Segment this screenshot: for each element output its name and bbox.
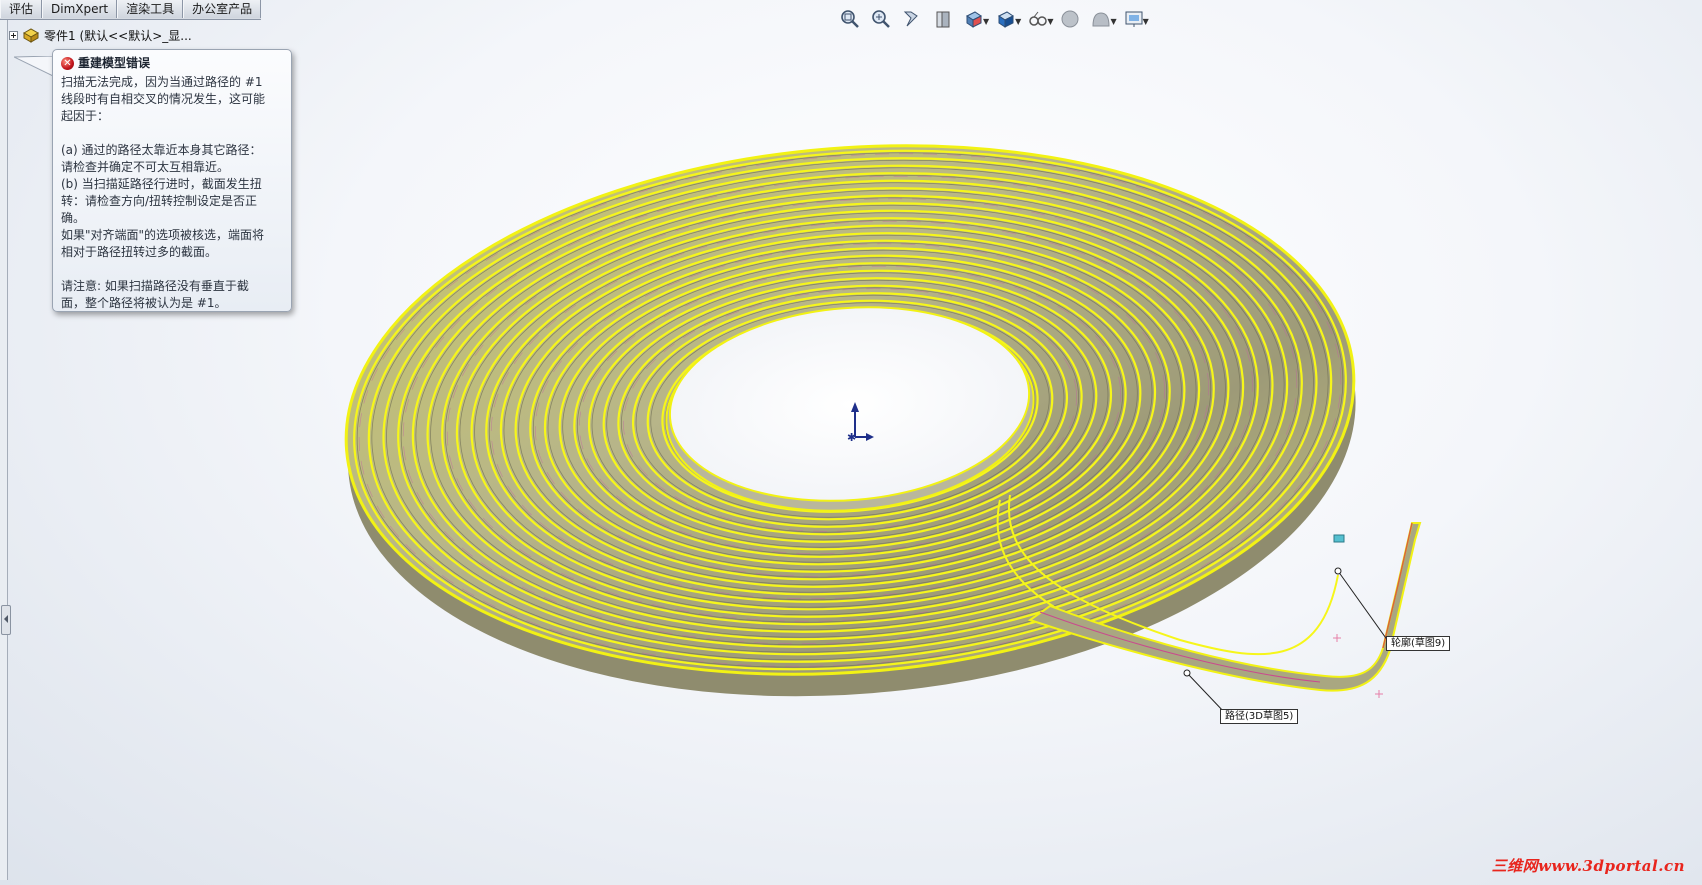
- error-title-text: 重建模型错误: [78, 56, 151, 70]
- section-view-icon[interactable]: [929, 6, 957, 32]
- error-message-2: (a) 通过的路径太靠近本身其它路径： 请检查并确定不可太互相靠近。 (b) 当…: [61, 143, 265, 259]
- rebuild-error-tooltip: ✕ 重建模型错误 扫描无法完成，因为当通过路径的 #1 线段时有自相交叉的情况发…: [52, 49, 292, 312]
- error-message-3: 请注意: 如果扫描路径没有垂直于截 面，整个路径将被认为是 #1。: [61, 279, 249, 310]
- heads-up-view-toolbar: ▼ ▼ ▼ ▼ ▼: [836, 6, 1149, 32]
- profile-leader: [1333, 534, 1389, 642]
- feature-tree-root[interactable]: 零件1 (默认<<默认>_显...: [9, 26, 192, 44]
- error-message-1: 扫描无法完成，因为当通过路径的 #1 线段时有自相交叉的情况发生，这可能 起因于…: [61, 75, 266, 123]
- previous-view-icon[interactable]: [898, 6, 926, 32]
- coil-body[interactable]: [326, 108, 1376, 733]
- pane-splitter-handle[interactable]: [1, 605, 11, 635]
- hide-show-icon[interactable]: [1024, 6, 1052, 32]
- zoom-to-fit-icon[interactable]: [836, 6, 864, 32]
- tab-evaluate[interactable]: 评估: [0, 0, 43, 18]
- watermark: 三维网www.3dportal.cn: [1491, 857, 1685, 875]
- tab-render-tools[interactable]: 渲染工具: [117, 0, 184, 18]
- edit-appearance-icon[interactable]: [1056, 6, 1084, 32]
- error-icon: ✕: [61, 57, 74, 70]
- view-settings-icon[interactable]: [1120, 6, 1148, 32]
- coil-tail-profile-line: [1382, 522, 1413, 649]
- zoom-area-icon[interactable]: [867, 6, 895, 32]
- expand-icon[interactable]: [9, 30, 18, 40]
- apply-scene-icon[interactable]: [1087, 6, 1115, 32]
- tooltip-pointer: [14, 56, 54, 77]
- path-leader: [1183, 669, 1226, 714]
- profile-callout[interactable]: 轮廓(草图9): [1386, 636, 1451, 651]
- command-manager-tabs: 评估 DimXpert 渲染工具 办公室产品: [0, 0, 262, 20]
- tab-dimxpert[interactable]: DimXpert: [42, 0, 118, 18]
- manager-pane-collapsed: [0, 20, 8, 880]
- part-name: 零件1 (默认<<默认>_显...: [44, 28, 192, 43]
- path-callout[interactable]: 路径(3D草图5): [1220, 709, 1299, 724]
- error-title: ✕ 重建模型错误: [61, 55, 283, 72]
- svg-text:✱: ✱: [847, 431, 856, 444]
- tab-office-products[interactable]: 办公室产品: [183, 0, 262, 18]
- display-style-icon[interactable]: [992, 6, 1020, 32]
- part-icon: [22, 28, 40, 43]
- view-orientation-icon[interactable]: [960, 6, 988, 32]
